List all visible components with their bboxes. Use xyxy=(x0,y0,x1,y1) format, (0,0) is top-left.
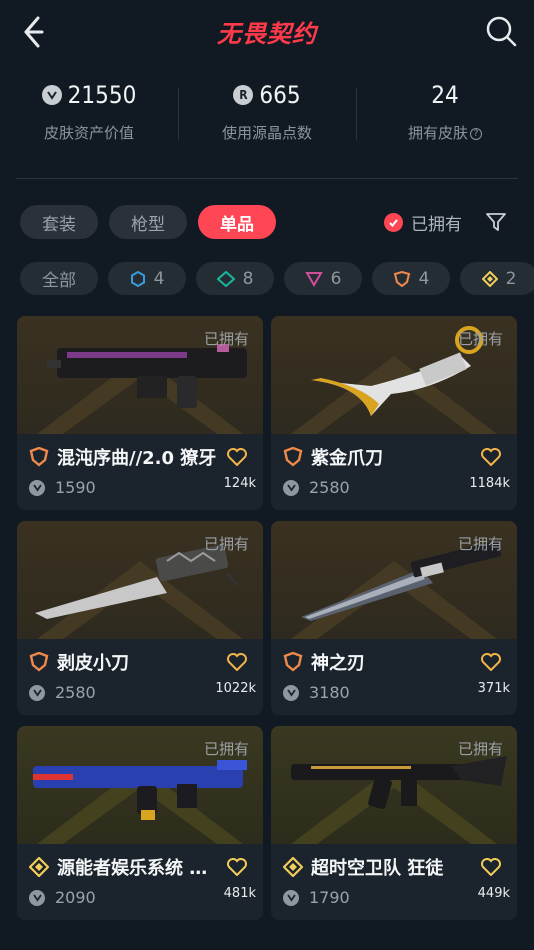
ultra-tier-icon xyxy=(29,857,49,877)
skin-image: 已拥有 xyxy=(17,316,263,434)
owned-tag: 已拥有 xyxy=(203,535,249,553)
skin-card[interactable]: 已拥有 源能者娱乐系统 冥驹 2090 481k xyxy=(17,726,263,920)
stat-label: 皮肤资产价值 xyxy=(43,124,134,142)
heart-icon[interactable] xyxy=(227,858,247,876)
vp-coin-icon xyxy=(29,684,45,701)
owned-tag: 已拥有 xyxy=(203,740,249,758)
tier-premium[interactable]: 6 xyxy=(284,262,362,295)
skin-name: 神之刃 xyxy=(311,653,365,674)
skin-card[interactable]: 已拥有 混沌序曲//2.0 獠牙 1590 124k xyxy=(17,316,263,510)
ultra-tier-icon xyxy=(283,857,303,877)
tier-all-label: 全部 xyxy=(42,271,76,291)
tier-ultra[interactable]: 2 xyxy=(460,262,534,295)
stat-value: 665 xyxy=(259,81,301,109)
tab-set[interactable]: 套装 xyxy=(20,205,98,239)
likes-count: 1184k xyxy=(469,476,510,491)
tier-exclusive[interactable]: 4 xyxy=(372,262,450,295)
heart-icon[interactable] xyxy=(481,448,501,466)
likes-count: 1022k xyxy=(215,681,256,696)
skin-card[interactable]: 已拥有 神之刃 3180 371k xyxy=(271,521,517,715)
owned-tag: 已拥有 xyxy=(457,535,503,553)
tier-count: 2 xyxy=(505,268,517,289)
tier-count: 4 xyxy=(153,268,165,289)
skin-image: 已拥有 xyxy=(17,726,263,844)
tier-count: 8 xyxy=(242,268,254,289)
stat-value: 21550 xyxy=(67,81,137,109)
skin-name: 剥皮小刀 xyxy=(57,653,129,674)
check-icon xyxy=(384,213,403,232)
owned-tag: 已拥有 xyxy=(457,740,503,758)
tier-filter-row: 全部 4 8 6 4 2 xyxy=(20,262,534,295)
stat-label: 使用源晶点数 xyxy=(221,124,312,142)
tab-weapon-type[interactable]: 枪型 xyxy=(109,205,187,239)
premium-tier-icon xyxy=(304,271,323,287)
select-tier-icon xyxy=(130,270,145,287)
category-tabs: 套装 枪型 单品 xyxy=(20,205,276,239)
search-icon[interactable] xyxy=(484,14,518,48)
heart-icon[interactable] xyxy=(481,858,501,876)
skin-price: 3180 xyxy=(309,683,350,702)
vp-coin-icon xyxy=(283,684,299,701)
tier-select[interactable]: 4 xyxy=(108,262,186,295)
vp-coin-icon xyxy=(41,85,62,105)
skin-name: 紫金爪刀 xyxy=(311,448,383,469)
skin-card[interactable]: 已拥有 超时空卫队 狂徒 1790 449k xyxy=(271,726,517,920)
owned-tag: 已拥有 xyxy=(203,330,249,348)
owned-tag: 已拥有 xyxy=(457,330,503,348)
top-bar: 无畏契约 xyxy=(0,0,534,64)
skin-image: 已拥有 xyxy=(271,726,517,844)
tier-count: 4 xyxy=(418,268,430,289)
owned-filter-label: 已拥有 xyxy=(411,215,462,235)
radianite-icon: R xyxy=(233,85,254,105)
exclusive-tier-icon xyxy=(283,652,303,672)
skin-price: 2580 xyxy=(309,478,350,497)
vp-coin-icon xyxy=(283,889,299,906)
skin-price: 2090 xyxy=(55,888,96,907)
vp-coin-icon xyxy=(29,889,45,906)
skin-name: 混沌序曲//2.0 獠牙 xyxy=(57,448,217,469)
tab-single-item[interactable]: 单品 xyxy=(198,205,276,239)
heart-icon[interactable] xyxy=(227,448,247,466)
likes-count: 481k xyxy=(223,886,256,901)
heart-icon[interactable] xyxy=(227,653,247,671)
stat-owned-skins: 24 拥有皮肤? xyxy=(356,78,534,158)
tier-deluxe[interactable]: 8 xyxy=(196,262,274,295)
tier-all[interactable]: 全部 xyxy=(20,262,98,295)
skin-name: 超时空卫队 狂徒 xyxy=(311,858,444,879)
help-icon[interactable]: ? xyxy=(470,128,482,140)
filter-icon[interactable] xyxy=(484,210,508,234)
owned-filter-toggle[interactable]: 已拥有 xyxy=(384,210,462,235)
exclusive-tier-icon xyxy=(283,447,303,467)
vp-coin-icon xyxy=(29,479,45,496)
tier-count: 6 xyxy=(330,268,342,289)
skin-card[interactable]: 已拥有 剥皮小刀 2580 1022k xyxy=(17,521,263,715)
stat-skin-value: 21550 皮肤资产价值 xyxy=(0,78,178,158)
skin-image: 已拥有 xyxy=(271,521,517,639)
skin-price: 1590 xyxy=(55,478,96,497)
skin-name: 源能者娱乐系统 冥驹 xyxy=(57,858,217,879)
skin-price: 2580 xyxy=(55,683,96,702)
likes-count: 449k xyxy=(477,886,510,901)
stat-label: 拥有皮肤 xyxy=(407,124,468,142)
vp-coin-icon xyxy=(283,479,299,496)
exclusive-tier-icon xyxy=(393,270,410,287)
exclusive-tier-icon xyxy=(29,652,49,672)
deluxe-tier-icon xyxy=(216,270,235,287)
skin-image: 已拥有 xyxy=(17,521,263,639)
likes-count: 371k xyxy=(477,681,510,696)
ultra-tier-icon xyxy=(481,270,498,287)
stat-value: 24 xyxy=(431,81,459,109)
stats-panel: 21550 皮肤资产价值 R 665 使用源晶点数 24 拥有皮肤? xyxy=(0,78,534,158)
skin-image: 已拥有 xyxy=(271,316,517,434)
divider xyxy=(16,178,518,179)
page-title: 无畏契约 xyxy=(217,20,317,48)
likes-count: 124k xyxy=(223,476,256,491)
stat-radianite: R 665 使用源晶点数 xyxy=(178,78,356,158)
exclusive-tier-icon xyxy=(29,447,49,467)
skin-price: 1790 xyxy=(309,888,350,907)
skin-card[interactable]: 已拥有 紫金爪刀 2580 1184k xyxy=(271,316,517,510)
heart-icon[interactable] xyxy=(481,653,501,671)
